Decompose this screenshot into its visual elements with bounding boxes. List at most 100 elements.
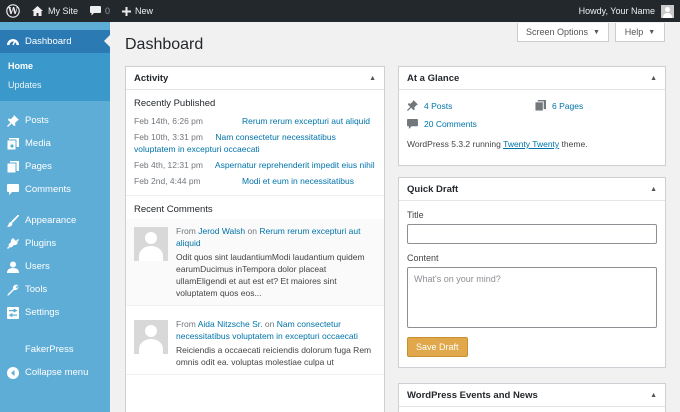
screen-options-label: Screen Options [526, 27, 589, 37]
admin-bar: W My Site 0 New Howdy, Your Name [0, 0, 680, 22]
sidebar-item-label: Media [25, 138, 51, 149]
post-link[interactable]: Modi et eum in necessitatibus [242, 175, 354, 187]
comment-text: Odit quos sint laudantiumModi laudantium… [176, 252, 365, 298]
sidebar-item-pages[interactable]: Pages [0, 155, 110, 178]
comment-item: From Aida Nitzsche Sr. on Nam consectetu… [126, 312, 384, 375]
sidebar-item-label: Pages [25, 161, 52, 172]
comment-body: From Aida Nitzsche Sr. on Nam consectetu… [176, 318, 376, 368]
at-a-glance-panel: At a Glance ▲ 4 Posts 6 Pages 20 Comment… [398, 66, 666, 166]
sidebar-item-label: Dashboard [25, 36, 72, 47]
sidebar-item-label: Tools [25, 284, 48, 295]
collapse-menu-button[interactable]: Collapse menu [0, 361, 110, 384]
sidebar-item-label: Appearance [25, 215, 77, 226]
sidebar-item-users[interactable]: Users [0, 255, 110, 278]
events-panel-header[interactable]: WordPress Events and News ▲ [399, 384, 665, 407]
collapse-toggle-icon[interactable]: ▲ [650, 186, 657, 193]
sidebar-item-label: Posts [25, 115, 49, 126]
panel-title: WordPress Events and News [407, 389, 538, 401]
sidebar-item-plugins[interactable]: Plugins [0, 232, 110, 255]
sidebar-item-appearance[interactable]: Appearance [0, 209, 110, 232]
avatar [134, 320, 168, 354]
glance-panel-header[interactable]: At a Glance ▲ [399, 67, 665, 90]
quick-draft-form: Title Content Save Draft [399, 210, 665, 357]
new-label: New [135, 6, 154, 16]
panel-title: Quick Draft [407, 183, 459, 195]
svg-text:W: W [7, 7, 19, 17]
quick-draft-header[interactable]: Quick Draft ▲ [399, 178, 665, 201]
sidebar-item-posts[interactable]: Posts [0, 109, 110, 132]
on-label: on [247, 226, 257, 236]
sidebar-item-settings[interactable]: Settings [0, 301, 110, 324]
comments-count: 0 [105, 6, 111, 16]
post-link[interactable]: Aspernatur reprehenderit impedit eius ni… [215, 160, 375, 170]
screen-options-button[interactable]: Screen Options ▼ [517, 23, 609, 42]
help-button[interactable]: Help ▼ [615, 23, 665, 42]
new-content-link[interactable]: New [116, 0, 159, 22]
glance-comments-count: 20 Comments [424, 119, 477, 129]
settings-sliders-icon [7, 306, 19, 319]
submenu-item-home[interactable]: Home [0, 57, 110, 76]
collapse-toggle-icon[interactable]: ▲ [369, 75, 376, 82]
pages-icon [535, 100, 547, 111]
list-item: Feb 14th, 6:26 pm Rerum rerum excepturi … [126, 113, 384, 129]
account-menu[interactable]: Howdy, Your Name [579, 0, 680, 22]
glance-stats: 4 Posts 6 Pages 20 Comments [399, 90, 665, 129]
plus-icon [122, 6, 132, 16]
comment-text: Reiciendis a occaecati reiciendis doloru… [176, 345, 372, 367]
post-date: Feb 4th, 12:31 pm [134, 160, 203, 170]
collapse-arrow-icon [7, 366, 19, 379]
comment-author-link[interactable]: Aida Nitzsche Sr. [198, 319, 263, 329]
glance-pages-count: 6 Pages [552, 100, 584, 111]
sidebar-item-comments[interactable]: Comments [0, 178, 110, 201]
pages-icon [7, 160, 19, 173]
panel-title: At a Glance [407, 72, 460, 84]
theme-link[interactable]: Twenty Twenty [503, 139, 559, 149]
sidebar-item-label: Plugins [25, 238, 57, 249]
sidebar-item-media[interactable]: Media [0, 132, 110, 155]
glance-comments-link[interactable]: 20 Comments [407, 119, 535, 129]
title-label: Title [407, 210, 424, 220]
draft-title-input[interactable] [407, 224, 657, 244]
comment-author-link[interactable]: Jerod Walsh [198, 226, 245, 236]
dashboard-submenu: Home Updates [0, 53, 110, 101]
sidebar-item-label: FakerPress [25, 344, 74, 355]
post-date: Feb 2nd, 4:44 pm [134, 176, 201, 186]
my-site-link[interactable]: My Site [26, 0, 84, 22]
wordpress-logo-icon[interactable]: W [0, 0, 26, 22]
activity-panel-header[interactable]: Activity ▲ [126, 67, 384, 90]
on-label: on [264, 319, 275, 329]
sidebar-item-fakerpress[interactable]: FakerPress [0, 338, 110, 361]
recently-published-heading: Recently Published [134, 98, 216, 109]
glance-pages-link[interactable]: 6 Pages [535, 100, 655, 111]
quick-draft-panel: Quick Draft ▲ Title Content Save Draft [398, 177, 666, 368]
draft-content-textarea[interactable] [407, 267, 657, 328]
comment-meta: From Aida Nitzsche Sr. on Nam consectetu… [176, 318, 376, 342]
sidebar-item-dashboard[interactable]: Dashboard [0, 30, 110, 53]
pushpin-icon [7, 114, 19, 127]
collapse-toggle-icon[interactable]: ▲ [650, 392, 657, 399]
events-news-panel: WordPress Events and News ▲ [398, 383, 666, 412]
comments-icon [7, 184, 19, 196]
glance-posts-link[interactable]: 4 Posts [407, 100, 535, 111]
caret-down-icon: ▼ [648, 28, 656, 36]
sidebar-item-tools[interactable]: Tools [0, 278, 110, 301]
glance-posts-count: 4 Posts [424, 100, 453, 111]
comments-link[interactable]: 0 [84, 0, 116, 22]
list-item: Feb 4th, 12:31 pm Aspernatur reprehender… [126, 157, 384, 173]
howdy-text: Howdy, Your Name [578, 6, 655, 16]
media-icon [7, 137, 19, 150]
avatar [134, 227, 168, 261]
comment-body: From Jerod Walsh on Rerum rerum exceptur… [176, 225, 376, 299]
comments-icon [407, 119, 419, 129]
page-title: Dashboard [125, 36, 204, 53]
submenu-item-updates[interactable]: Updates [0, 76, 110, 95]
post-link[interactable]: Rerum rerum excepturi aut aliquid [242, 115, 370, 127]
save-draft-button[interactable]: Save Draft [407, 337, 468, 357]
wordpress-version-info: WordPress 5.3.2 running Twenty Twenty th… [399, 129, 665, 149]
caret-down-icon: ▼ [593, 28, 600, 36]
sidebar-item-label: Comments [25, 184, 71, 195]
version-text: WordPress 5.3.2 running [407, 139, 501, 149]
activity-panel: Activity ▲ Recently Published Feb 14th, … [125, 66, 385, 412]
panel-title: Activity [134, 72, 169, 84]
collapse-toggle-icon[interactable]: ▲ [650, 75, 657, 82]
